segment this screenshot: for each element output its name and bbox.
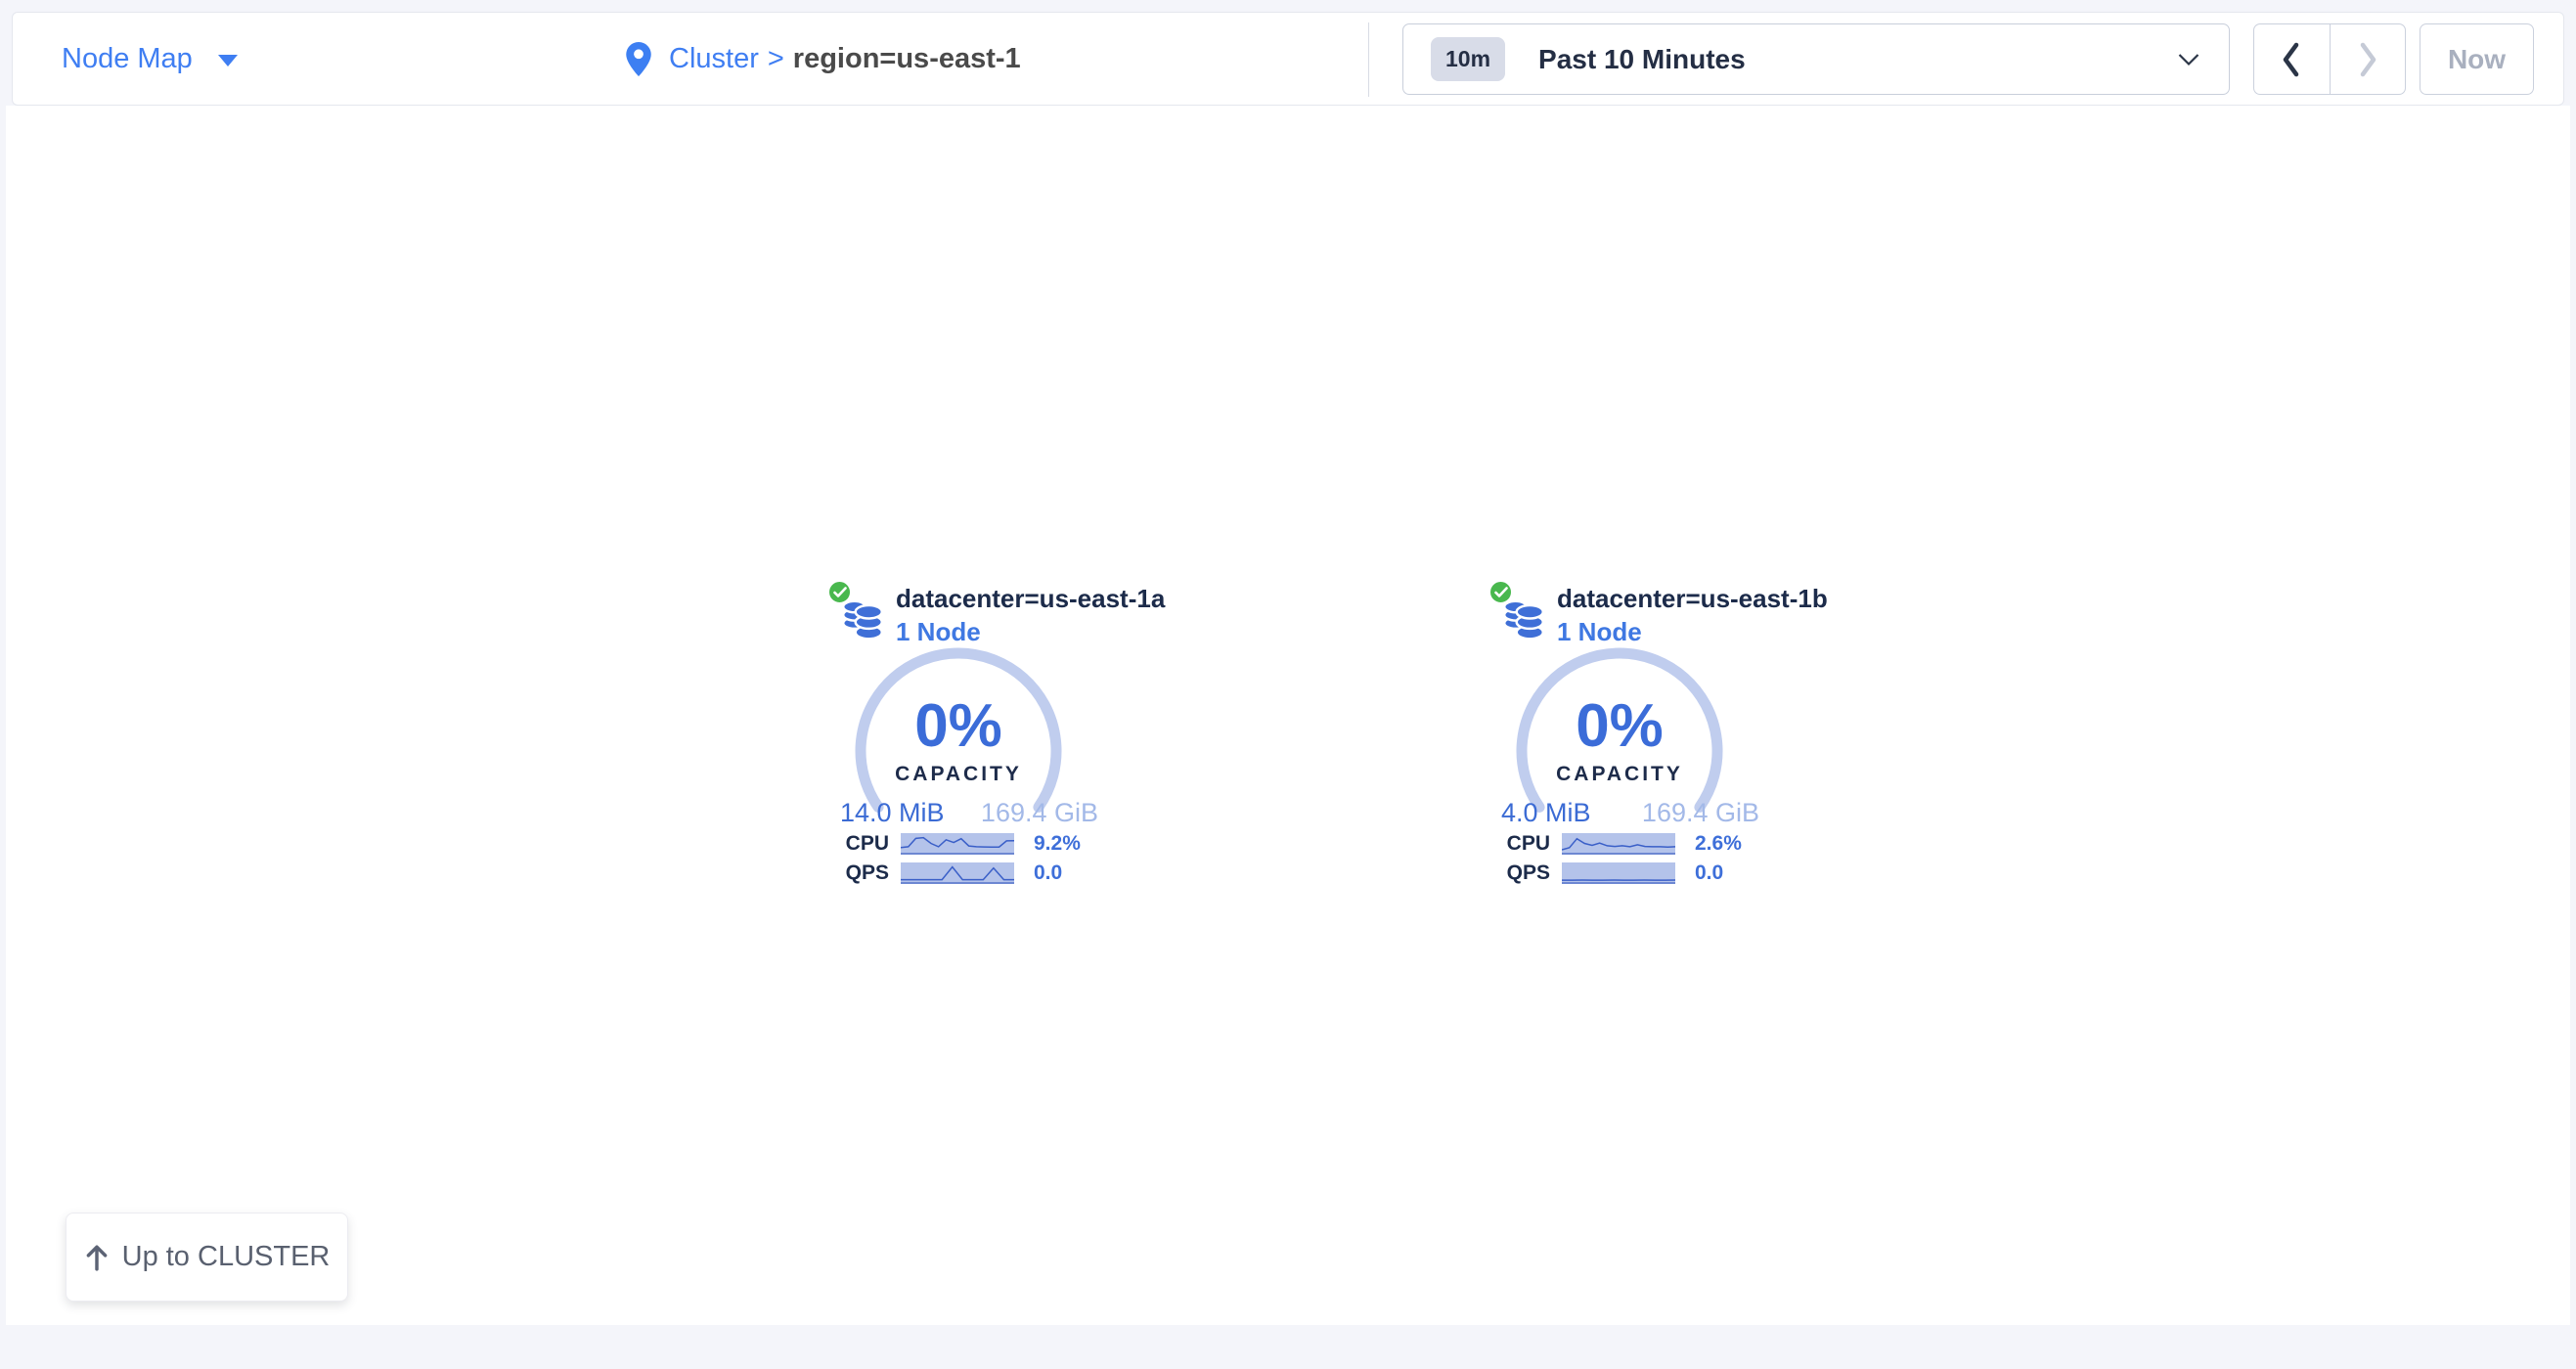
time-range-label: Past 10 Minutes bbox=[1538, 44, 1746, 75]
capacity-used: 14.0 MiB bbox=[840, 798, 945, 828]
database-stack-icon bbox=[842, 595, 883, 647]
view-selector-dropdown[interactable]: Node Map bbox=[62, 13, 238, 105]
qps-label: QPS bbox=[1488, 862, 1550, 884]
qps-label: QPS bbox=[826, 862, 889, 884]
datacenter-widget-us-east-1a[interactable]: datacenter=us-east-1a 1 Node 0% CAPACITY… bbox=[826, 577, 1178, 892]
qps-metric-row: QPS 0.0 bbox=[826, 862, 1178, 884]
capacity-values-row: 14.0 MiB 169.4 GiB bbox=[840, 798, 1098, 828]
breadcrumb-separator: > bbox=[768, 43, 784, 75]
datacenter-title: datacenter=us-east-1b bbox=[1557, 584, 1828, 614]
caret-down-icon bbox=[218, 55, 238, 66]
cpu-label: CPU bbox=[1488, 833, 1550, 855]
up-to-cluster-button[interactable]: Up to CLUSTER bbox=[66, 1213, 348, 1302]
healthy-check-icon bbox=[1488, 579, 1514, 605]
location-pin-icon bbox=[626, 42, 651, 76]
cpu-metric-row: CPU 2.6% bbox=[1488, 833, 1840, 855]
capacity-label: CAPACITY bbox=[851, 763, 1066, 786]
database-stack-icon bbox=[1503, 595, 1544, 647]
cpu-label: CPU bbox=[826, 833, 889, 855]
node-map-page: Node Map Cluster > region=us-east-1 10m … bbox=[0, 0, 2576, 1369]
cpu-sparkline bbox=[1562, 833, 1675, 855]
time-prev-button[interactable] bbox=[2254, 24, 2331, 94]
healthy-check-icon bbox=[826, 579, 853, 605]
chevron-right-icon bbox=[2357, 42, 2378, 77]
capacity-values-row: 4.0 MiB 169.4 GiB bbox=[1501, 798, 1759, 828]
time-range-dropdown[interactable]: 10m Past 10 Minutes bbox=[1402, 23, 2230, 95]
time-range-badge: 10m bbox=[1431, 37, 1505, 81]
capacity-percent: 0% bbox=[851, 691, 1066, 761]
capacity-label: CAPACITY bbox=[1512, 763, 1727, 786]
breadcrumb-cluster-link[interactable]: Cluster bbox=[669, 43, 759, 75]
cpu-metric-row: CPU 9.2% bbox=[826, 833, 1178, 855]
qps-value: 0.0 bbox=[1695, 862, 1723, 884]
qps-value: 0.0 bbox=[1034, 862, 1062, 884]
now-button[interactable]: Now bbox=[2420, 23, 2534, 95]
cpu-value: 9.2% bbox=[1034, 833, 1081, 855]
chevron-left-icon bbox=[2281, 42, 2302, 77]
breadcrumb: Cluster > region=us-east-1 bbox=[626, 13, 1021, 105]
header-bar: Node Map Cluster > region=us-east-1 10m … bbox=[12, 12, 2564, 106]
node-map-canvas: datacenter=us-east-1a 1 Node 0% CAPACITY… bbox=[6, 106, 2570, 1325]
qps-metric-row: QPS 0.0 bbox=[1488, 862, 1840, 884]
time-next-button[interactable] bbox=[2331, 24, 2406, 94]
capacity-total: 169.4 GiB bbox=[981, 798, 1098, 828]
capacity-used: 4.0 MiB bbox=[1501, 798, 1591, 828]
datacenter-widget-us-east-1b[interactable]: datacenter=us-east-1b 1 Node 0% CAPACITY… bbox=[1488, 577, 1840, 892]
chevron-down-icon bbox=[2178, 53, 2199, 66]
capacity-percent: 0% bbox=[1512, 691, 1727, 761]
datacenter-title: datacenter=us-east-1a bbox=[896, 584, 1165, 614]
up-to-cluster-label: Up to CLUSTER bbox=[122, 1241, 331, 1273]
header-divider bbox=[1368, 22, 1369, 97]
view-selector-label: Node Map bbox=[62, 43, 193, 75]
time-nav-group bbox=[2253, 23, 2406, 95]
qps-sparkline bbox=[901, 862, 1014, 884]
arrow-up-icon bbox=[84, 1244, 110, 1271]
breadcrumb-current-region: region=us-east-1 bbox=[793, 43, 1021, 75]
cpu-value: 2.6% bbox=[1695, 833, 1742, 855]
capacity-total: 169.4 GiB bbox=[1642, 798, 1759, 828]
qps-sparkline bbox=[1562, 862, 1675, 884]
cpu-sparkline bbox=[901, 833, 1014, 855]
